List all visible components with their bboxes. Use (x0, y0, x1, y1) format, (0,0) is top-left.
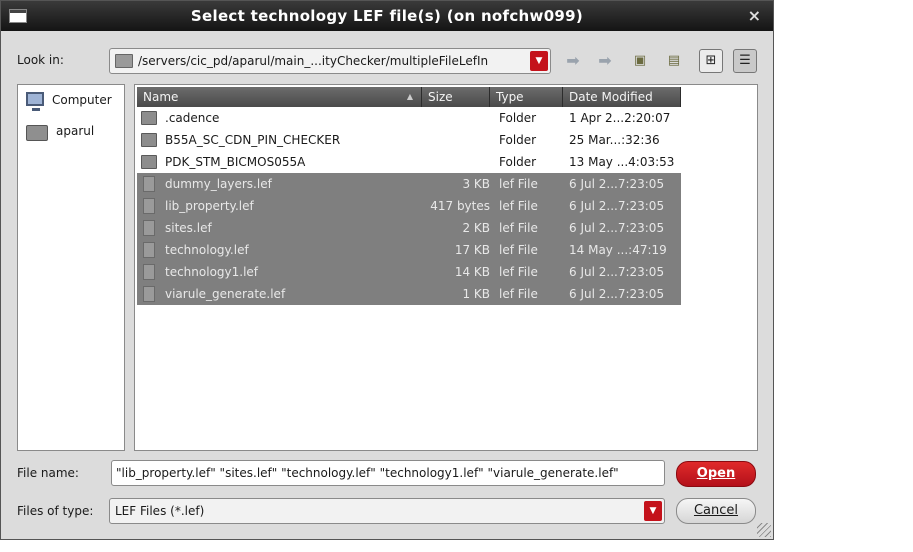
file-type: lef File (499, 243, 538, 257)
file-name: dummy_layers.lef (165, 177, 272, 191)
file-icon (143, 264, 155, 280)
file-size: 1 KB (462, 287, 490, 301)
file-date: 6 Jul 2...7:23:05 (569, 287, 665, 301)
file-name: PDK_STM_BICMOS055A (165, 155, 306, 169)
sidebar-item-computer[interactable]: Computer (24, 90, 124, 114)
file-row[interactable]: technology.lef 17 KB lef File 14 May ...:47… (137, 239, 681, 261)
file-icon (143, 220, 155, 236)
folder-icon (141, 155, 157, 169)
sidebar-item-label: Computer (52, 93, 112, 107)
parent-folder-icon[interactable]: ▣ (629, 51, 651, 71)
detail-view-icon[interactable]: ☰ (733, 49, 757, 73)
file-type: Folder (499, 133, 537, 147)
file-size: 3 KB (462, 177, 490, 191)
file-type-combo[interactable]: LEF Files (*.lef) ▼ (109, 498, 665, 524)
file-date: 6 Jul 2...7:23:05 (569, 177, 665, 191)
new-folder-icon[interactable]: ▤ (663, 51, 685, 71)
look-in-combo[interactable]: /servers/cic_pd/aparul/main_...ityChecke… (109, 48, 551, 74)
resize-grip-icon[interactable] (757, 523, 771, 537)
file-name: technology1.lef (165, 265, 259, 279)
file-type: lef File (499, 199, 538, 213)
file-row[interactable]: viarule_generate.lef 1 KB lef File 6 Jul 2.… (137, 283, 681, 305)
file-type: lef File (499, 265, 538, 279)
back-arrow-icon[interactable]: ➡ (561, 49, 585, 73)
file-icon (143, 198, 155, 214)
forward-arrow-icon[interactable]: ➡ (593, 49, 617, 73)
window-title: Select technology LEF file(s) (on nofchw… (190, 7, 584, 25)
file-name: sites.lef (165, 221, 212, 235)
file-row[interactable]: .cadence Folder 1 Apr 2...2:20:07 (137, 107, 681, 129)
chevron-down-icon[interactable]: ▼ (530, 51, 548, 71)
file-row[interactable]: technology1.lef 14 KB lef File 6 Jul 2...7:… (137, 261, 681, 283)
column-header-type[interactable]: Type (490, 87, 563, 107)
file-type: lef File (499, 177, 538, 191)
file-icon (143, 286, 155, 302)
file-type-value: LEF Files (*.lef) (115, 504, 205, 518)
file-row[interactable]: B55A_SC_CDN_PIN_CHECKER Folder 25 Mar...:3… (137, 129, 681, 151)
sidebar-item-aparul[interactable]: aparul (24, 121, 124, 145)
file-size: 17 KB (454, 243, 490, 257)
open-button[interactable]: Open (676, 461, 756, 487)
file-type: Folder (499, 111, 537, 125)
file-type: lef File (499, 221, 538, 235)
file-date: 6 Jul 2...7:23:05 (569, 199, 665, 213)
folder-icon (141, 111, 157, 125)
folder-icon (115, 54, 133, 68)
list-view-icon[interactable]: ⊞ (699, 49, 723, 73)
file-size: 417 bytes (430, 199, 490, 213)
sidebar-item-label: aparul (56, 124, 95, 138)
file-date: 1 Apr 2...2:20:07 (569, 111, 671, 125)
file-size: 2 KB (462, 221, 490, 235)
file-size: 14 KB (454, 265, 490, 279)
file-name: .cadence (165, 111, 220, 125)
file-row[interactable]: dummy_layers.lef 3 KB lef File 6 Jul 2...7:… (137, 173, 681, 195)
file-chooser-dialog: Select technology LEF file(s) (on nofchw… (0, 0, 774, 540)
file-type-label: Files of type: (17, 504, 94, 518)
look-in-path: /servers/cic_pd/aparul/main_...ityChecke… (138, 54, 489, 68)
file-icon (143, 242, 155, 258)
title-bar[interactable]: Select technology LEF file(s) (on nofchw… (1, 1, 773, 31)
file-list: Name ▲ Size Type Date Modified .cadence F… (134, 84, 758, 451)
column-header-date[interactable]: Date Modified (563, 87, 681, 107)
file-name-input[interactable] (111, 460, 665, 486)
file-row[interactable]: sites.lef 2 KB lef File 6 Jul 2...7:23:05 (137, 217, 681, 239)
places-sidebar: Computer aparul (17, 84, 125, 451)
cancel-button[interactable]: Cancel (676, 498, 756, 524)
file-date: 25 Mar...:32:36 (569, 133, 660, 147)
file-type: lef File (499, 287, 538, 301)
folder-icon (26, 125, 48, 141)
file-name: B55A_SC_CDN_PIN_CHECKER (165, 133, 341, 147)
look-in-label: Look in: (17, 53, 64, 67)
computer-icon (26, 92, 44, 111)
column-header-size[interactable]: Size (422, 87, 490, 107)
sort-ascending-icon: ▲ (406, 92, 413, 101)
column-header-name[interactable]: Name ▲ (137, 87, 422, 107)
file-name: viarule_generate.lef (165, 287, 286, 301)
file-name: lib_property.lef (165, 199, 254, 213)
chevron-down-icon[interactable]: ▼ (644, 501, 662, 521)
close-icon[interactable]: × (748, 6, 761, 25)
file-row[interactable]: lib_property.lef 417 bytes lef File 6 Jul 2… (137, 195, 681, 217)
file-name: technology.lef (165, 243, 249, 257)
file-row[interactable]: PDK_STM_BICMOS055A Folder 13 May ...4:03:5… (137, 151, 681, 173)
file-type: Folder (499, 155, 537, 169)
file-icon (143, 176, 155, 192)
file-date: 6 Jul 2...7:23:05 (569, 265, 665, 279)
file-date: 13 May ...4:03:53 (569, 155, 675, 169)
file-date: 6 Jul 2...7:23:05 (569, 221, 665, 235)
file-date: 14 May ...:47:19 (569, 243, 667, 257)
file-name-label: File name: (17, 466, 79, 480)
folder-icon (141, 133, 157, 147)
